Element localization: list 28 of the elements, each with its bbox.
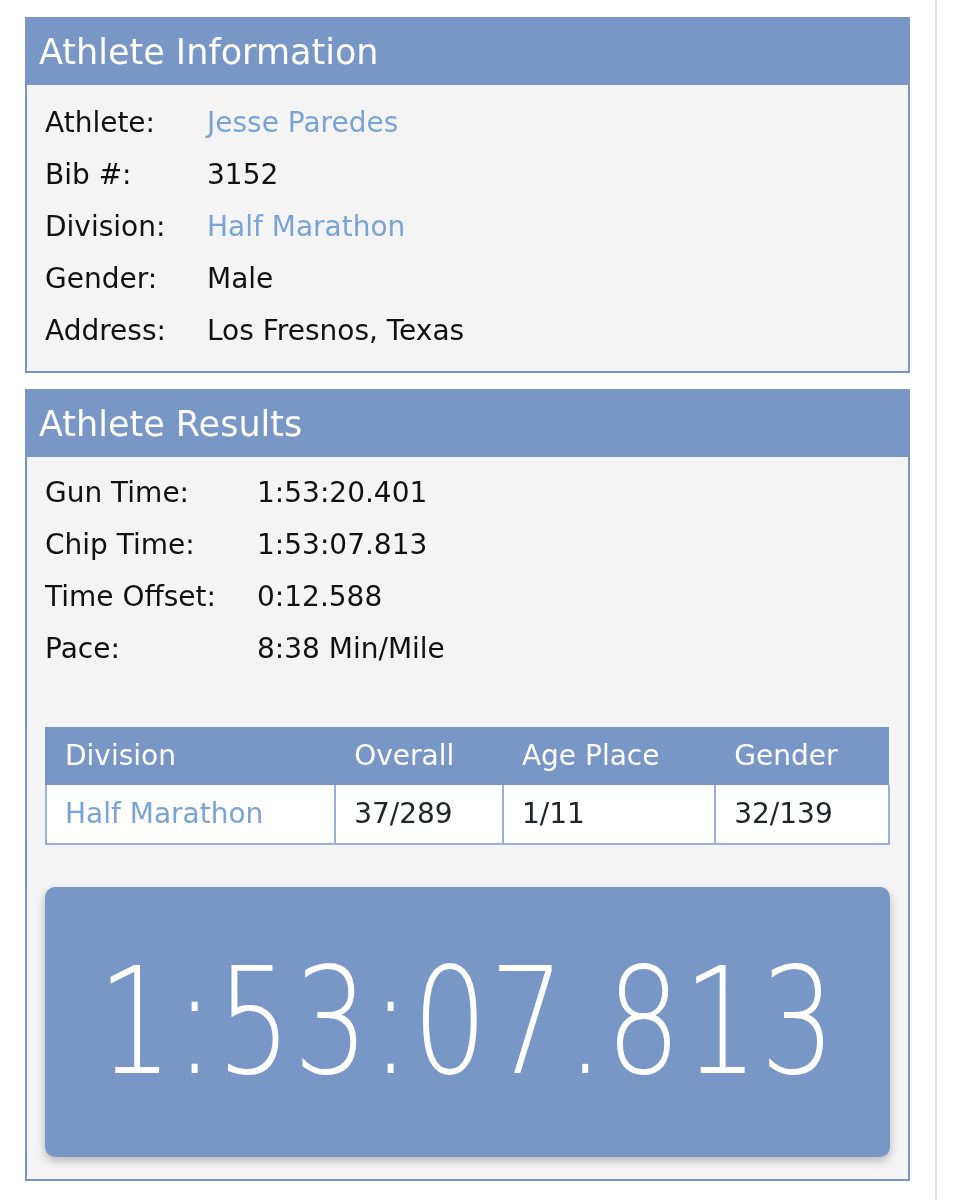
column-header: Gender xyxy=(715,727,889,785)
field-label: Chip Time: xyxy=(45,527,196,563)
table-cell: 1/11 xyxy=(502,785,716,844)
field-value-link[interactable]: Jesse Paredes xyxy=(207,97,399,149)
column-header: Age Place xyxy=(502,727,716,785)
field-value: 0:12.588 xyxy=(257,579,383,615)
field-label: Gun Time: xyxy=(45,475,191,511)
field-label: Division: xyxy=(45,209,167,245)
field-value-link[interactable]: Half Marathon xyxy=(207,201,406,253)
field-value: Male xyxy=(207,261,274,297)
panel-title: Athlete Information xyxy=(27,19,908,85)
table-cell: 32/139 xyxy=(715,785,889,844)
field-value: 1:53:07.813 xyxy=(257,527,428,563)
field-label: Pace: xyxy=(45,631,121,667)
field-label: Athlete: xyxy=(45,105,157,141)
column-header: Overall xyxy=(335,727,503,785)
field-label: Address: xyxy=(45,313,167,349)
field-label: Bib #: xyxy=(45,157,133,193)
field-value: 3152 xyxy=(207,157,279,193)
panel-title: Athlete Results xyxy=(27,391,908,457)
field-label: Gender: xyxy=(45,261,159,297)
table-cell: 37/289 xyxy=(335,785,503,844)
clock-time: 1:53:07.813 xyxy=(97,934,838,1110)
field-value: 8:38 Min/Mile xyxy=(257,631,445,667)
field-value: 1:53:20.401 xyxy=(257,475,428,511)
field-value: Los Fresnos, Texas xyxy=(207,313,465,349)
field-label: Time Offset: xyxy=(45,579,217,615)
column-header: Division xyxy=(46,727,336,785)
